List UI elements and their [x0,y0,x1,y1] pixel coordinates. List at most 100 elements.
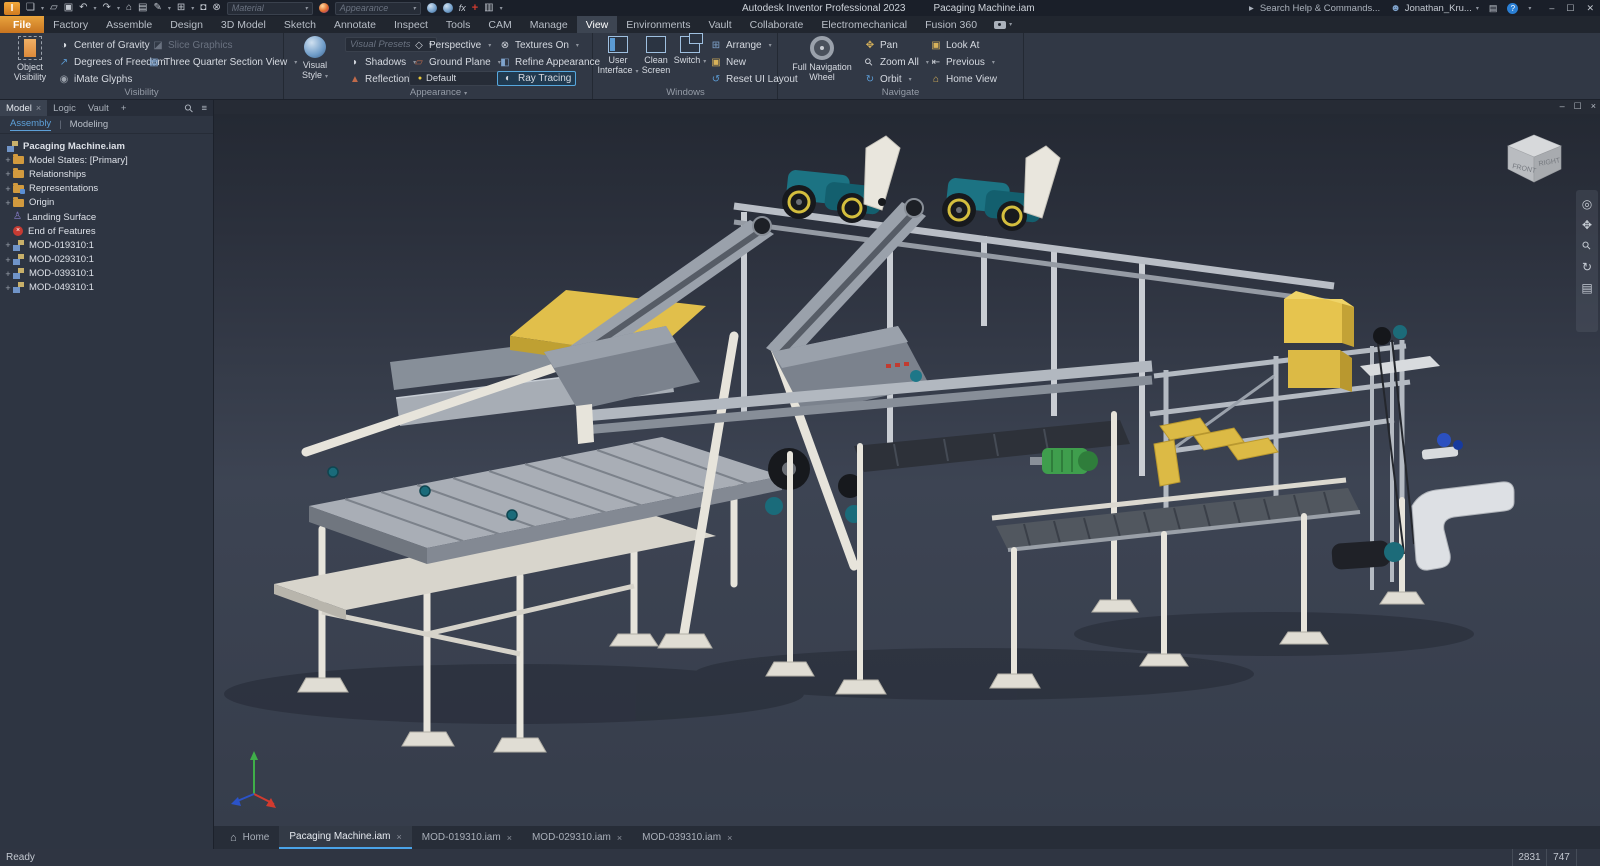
tab-view[interactable]: View [577,16,618,33]
help-icon[interactable]: ? [1507,3,1518,14]
tab-assemble[interactable]: Assemble [97,16,161,33]
browser-search-icon[interactable]: ⚲ [182,101,197,116]
adjust-sphere-icon[interactable] [443,3,453,13]
home-icon[interactable]: ⌂ [126,1,132,15]
browser-tab-vault[interactable]: Vault [82,100,115,116]
tab-electromechanical[interactable]: Electromechanical [812,16,916,33]
orbit-button[interactable]: Orbit [864,72,912,87]
viewport-canvas[interactable]: FRONT RIGHT ◎ ✥ ⚲ ↻ ▤ [214,114,1600,826]
three-quarter-section-button[interactable]: Three Quarter Section View [148,55,297,70]
expander-icon[interactable]: + [3,169,13,179]
expander-icon[interactable]: + [3,269,13,279]
redo-caret-icon[interactable]: ▾ [117,5,120,12]
doc-tab-pacaging-machine[interactable]: Pacaging Machine.iam× [279,826,411,849]
doc-tab-close-icon[interactable]: × [727,833,732,843]
tree-item-model-states[interactable]: +Model States: [Primary] [0,153,213,167]
doc-tab-mod-029310[interactable]: MOD-029310.iam× [522,826,632,849]
screen-icon[interactable]: ▥ [484,1,493,15]
browser-tab-add[interactable]: + [115,100,133,116]
nav-lookat-icon[interactable]: ▤ [1581,282,1592,294]
save-icon[interactable]: ▣ [64,1,73,15]
tab-file[interactable]: File [0,16,44,33]
expander-icon[interactable]: + [3,184,13,194]
tree-item-relationships[interactable]: +Relationships [0,167,213,181]
tab-tools[interactable]: Tools [437,16,480,33]
screencast-button[interactable]: ▾ [986,16,1020,33]
tree-item-mod-019310[interactable]: +MOD-019310:1 [0,238,213,252]
user-account[interactable]: ☻ Jonathan_Kru... ▾ [1390,3,1479,14]
color-wheel-icon[interactable] [319,3,329,13]
arrange-button[interactable]: Arrange [710,38,772,53]
cart-icon[interactable]: ▤ [1489,3,1498,14]
doc-tab-mod-019310[interactable]: MOD-019310.iam× [412,826,522,849]
panel-label-visibility[interactable]: Visibility [0,87,283,98]
new-file-icon[interactable]: ❏ [26,1,35,15]
center-of-gravity-button[interactable]: Center of Gravity [58,38,150,53]
clean-screen-button[interactable]: Clean Screen [636,36,676,75]
panel-label-windows[interactable]: Windows [594,87,777,98]
slice-graphics-button[interactable]: Slice Graphics [152,38,232,53]
shadows-button[interactable]: Shadows [349,55,416,70]
measure-caret-icon[interactable]: ▾ [191,5,194,12]
undo-icon[interactable]: ↶ [79,1,87,15]
material-combobox[interactable]: Material▾ [227,2,313,15]
doc-restore-button[interactable]: ☐ [1574,101,1582,112]
browser-menu-icon[interactable]: ≡ [201,103,207,114]
expander-icon[interactable]: + [3,240,13,250]
doc-tab-mod-039310[interactable]: MOD-039310.iam× [632,826,742,849]
tree-item-end-of-features[interactable]: End of Features [0,224,213,238]
imate-glyphs-button[interactable]: iMate Glyphs [58,72,132,87]
doc-tab-home[interactable]: ⌂Home [220,826,279,849]
add-icon[interactable]: + [472,2,478,14]
people-icon[interactable]: ◘ [200,1,206,15]
appearance-combobox[interactable]: Appearance▾ [335,2,421,15]
tree-item-landing-surface[interactable]: Landing Surface [0,210,213,224]
new-window-button[interactable]: New [710,55,746,70]
previous-view-button[interactable]: Previous [930,55,995,70]
minimize-button[interactable]: – [1549,3,1554,13]
doc-minimize-button[interactable]: – [1560,101,1565,112]
expander-icon[interactable]: + [3,283,13,293]
expander-icon[interactable]: + [3,155,13,165]
tab-annotate[interactable]: Annotate [325,16,385,33]
qat-customize-caret-icon[interactable]: ▾ [500,5,503,12]
tab-environments[interactable]: Environments [617,16,699,33]
tab-vault[interactable]: Vault [699,16,740,33]
home-view-button[interactable]: Home View [930,72,997,87]
user-interface-button[interactable]: User Interface [596,36,640,77]
close-button[interactable]: ✕ [1586,3,1594,14]
tab-fusion360[interactable]: Fusion 360 [916,16,986,33]
tab-collaborate[interactable]: Collaborate [741,16,813,33]
tab-cam[interactable]: CAM [479,16,520,33]
object-visibility-button[interactable]: Object Visibility [4,36,56,82]
sketch-caret-icon[interactable]: ▾ [168,5,171,12]
pan-button[interactable]: Pan [864,38,898,53]
search-input[interactable]: Search Help & Commands... [1260,3,1380,14]
browser-tab-logic[interactable]: Logic [47,100,82,116]
nav-pan-icon[interactable]: ✥ [1582,219,1592,231]
browser-tab-close-icon[interactable]: × [36,103,41,113]
doc-tab-close-icon[interactable]: × [507,833,512,843]
template-icon[interactable]: ▤ [138,1,147,15]
nav-wheel-icon[interactable]: ◎ [1582,198,1592,210]
view-cube[interactable]: FRONT RIGHT [1498,126,1570,190]
switch-button[interactable]: Switch [672,36,708,67]
help-search[interactable]: ▸ Search Help & Commands... [1249,3,1380,14]
appearance-sphere-icon[interactable] [427,3,437,13]
tab-3d-model[interactable]: 3D Model [212,16,275,33]
tab-design[interactable]: Design [161,16,212,33]
tab-manage[interactable]: Manage [521,16,577,33]
new-file-caret-icon[interactable]: ▾ [41,5,44,12]
measure-icon[interactable]: ⊞ [177,1,185,15]
ray-tracing-button[interactable]: Ray Tracing [497,71,576,86]
nav-zoom-icon[interactable]: ⚲ [1580,239,1594,253]
textures-on-button[interactable]: Textures On [499,38,579,53]
expander-icon[interactable]: + [3,198,13,208]
zoom-all-button[interactable]: Zoom All [864,55,929,70]
open-icon[interactable]: ▱ [50,1,58,15]
tree-item-origin[interactable]: +Origin [0,196,213,210]
full-navigation-wheel-button[interactable]: Full Navigation Wheel [792,36,852,82]
help-caret-icon[interactable]: ▾ [1528,5,1531,12]
tree-item-mod-039310[interactable]: +MOD-039310:1 [0,267,213,281]
doc-tab-close-icon[interactable]: × [397,832,402,842]
